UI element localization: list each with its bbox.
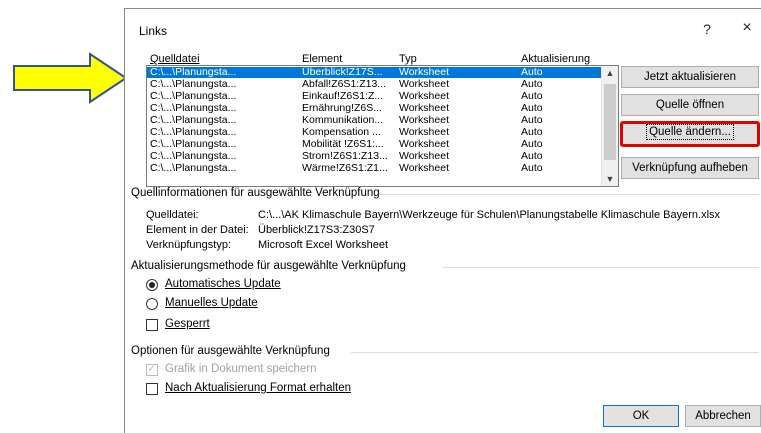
link-row[interactable]: C:\...\Planungsta... Wärme!Z6S1:Z1... Work…	[147, 163, 603, 174]
change-source-label: Quelle ändern...	[646, 124, 734, 140]
row-cell-type: Worksheet	[399, 127, 449, 138]
locked-checkbox[interactable]	[146, 319, 158, 331]
link-type-value: Microsoft Excel Worksheet	[258, 239, 389, 251]
row-cell-update: Auto	[521, 163, 543, 174]
cancel-button[interactable]: Abbrechen	[685, 405, 761, 427]
element-label: Element in der Datei:	[146, 224, 249, 236]
link-row[interactable]: C:\...\Planungsta... Kommunikation... Work…	[147, 115, 603, 126]
update-method-group-title: Aktualisierungsmethode für ausgewählte V…	[131, 260, 406, 272]
group-divider	[351, 352, 759, 353]
link-type-label: Verknüpfungstyp:	[146, 239, 232, 251]
row-cell-type: Worksheet	[399, 67, 449, 78]
row-cell-type: Worksheet	[399, 103, 449, 114]
locked-label[interactable]: Gesperrt	[165, 318, 210, 330]
row-cell-type: Worksheet	[399, 79, 449, 90]
manual-update-radio[interactable]	[146, 298, 158, 310]
links-dialog: Links ? × Quelldatei Element Typ Aktuali…	[124, 8, 761, 433]
save-graphic-checkbox[interactable]: ✓	[146, 363, 158, 376]
group-divider	[379, 194, 759, 195]
row-cell-source: C:\...\Planungsta...	[150, 103, 237, 114]
checkmark-icon: ✓	[147, 363, 157, 375]
row-cell-element: Abfall!Z6S1:Z13...	[302, 79, 387, 90]
save-graphic-label: Grafik in Dokument speichern	[165, 363, 317, 375]
row-cell-element: Kommunikation...	[302, 115, 384, 126]
auto-update-label[interactable]: Automatisches Update	[165, 278, 281, 290]
row-cell-type: Worksheet	[399, 91, 449, 102]
row-cell-type: Worksheet	[399, 163, 449, 174]
row-cell-update: Auto	[521, 91, 543, 102]
row-cell-source: C:\...\Planungsta...	[150, 151, 237, 162]
keep-format-label[interactable]: Nach Aktualisierung Format erhalten	[165, 382, 351, 394]
row-cell-source: C:\...\Planungsta...	[150, 139, 237, 150]
radio-selected-dot	[149, 282, 155, 288]
options-group-title: Optionen für ausgewählte Verknüpfung	[131, 345, 330, 357]
help-button[interactable]: ?	[695, 21, 719, 37]
element-value: Überblick!Z17S3:Z30S7	[258, 224, 375, 236]
row-cell-element: Überblick!Z17S...	[302, 67, 383, 78]
column-header-source[interactable]: Quelldatei	[150, 53, 200, 65]
row-cell-element: Wärme!Z6S1:Z1...	[302, 163, 388, 174]
column-header-type[interactable]: Typ	[399, 53, 417, 65]
source-info-group-title: Quellinformationen für ausgewählte Verkn…	[131, 187, 380, 199]
update-now-button[interactable]: Jetzt aktualisieren	[621, 66, 759, 88]
source-file-label: Quelldatei:	[146, 209, 199, 221]
link-row[interactable]: C:\...\Planungsta... Überblick!Z17S... Wor…	[147, 67, 603, 78]
row-cell-update: Auto	[521, 127, 543, 138]
break-link-button[interactable]: Verknüpfung aufheben	[621, 157, 759, 179]
row-cell-update: Auto	[521, 115, 543, 126]
scroll-down-icon[interactable]: ▼	[602, 174, 618, 184]
row-cell-source: C:\...\Planungsta...	[150, 115, 237, 126]
column-header-element[interactable]: Element	[302, 53, 342, 65]
row-cell-type: Worksheet	[399, 139, 449, 150]
link-row[interactable]: C:\...\Planungsta... Abfall!Z6S1:Z13... Wo…	[147, 79, 603, 90]
keep-format-checkbox[interactable]	[146, 383, 158, 395]
row-cell-element: Kompensation ...	[302, 127, 381, 138]
row-cell-element: Mobilität !Z6S1:...	[302, 139, 384, 150]
title-bar: Links ? ×	[125, 9, 761, 43]
list-scrollbar[interactable]: ▲ ▼	[601, 66, 618, 186]
row-cell-element: Einkauf!Z6S1:Z...	[302, 91, 384, 102]
row-cell-update: Auto	[521, 151, 543, 162]
links-list[interactable]: C:\...\Planungsta... Überblick!Z17S... Wor…	[146, 65, 619, 187]
dialog-title: Links	[139, 24, 168, 38]
link-row[interactable]: C:\...\Planungsta... Strom!Z6S1:Z13... Wor…	[147, 151, 603, 162]
row-cell-source: C:\...\Planungsta...	[150, 67, 237, 78]
row-cell-source: C:\...\Planungsta...	[150, 91, 237, 102]
row-cell-update: Auto	[521, 103, 543, 114]
link-row[interactable]: C:\...\Planungsta... Kompensation ... Work…	[147, 127, 603, 138]
row-cell-element: Ernährung!Z6S...	[302, 103, 382, 114]
manual-update-label[interactable]: Manuelles Update	[165, 297, 258, 309]
scroll-thumb[interactable]	[604, 84, 616, 160]
ok-button[interactable]: OK	[603, 405, 679, 427]
row-cell-source: C:\...\Planungsta...	[150, 79, 237, 90]
source-file-value: C:\...\AK Klimaschule Bayern\Werkzeuge f…	[258, 209, 721, 221]
row-cell-update: Auto	[521, 139, 543, 150]
scroll-up-icon[interactable]: ▲	[602, 68, 618, 78]
group-divider	[443, 267, 759, 268]
link-row[interactable]: C:\...\Planungsta... Mobilität !Z6S1:... W…	[147, 139, 603, 150]
close-button[interactable]: ×	[735, 19, 759, 37]
row-cell-update: Auto	[521, 67, 543, 78]
link-row[interactable]: C:\...\Planungsta... Einkauf!Z6S1:Z... Wor…	[147, 91, 603, 102]
link-row[interactable]: C:\...\Planungsta... Ernährung!Z6S... Work…	[147, 103, 603, 114]
change-source-button[interactable]: Quelle ändern...	[620, 121, 760, 147]
row-cell-element: Strom!Z6S1:Z13...	[302, 151, 388, 162]
row-cell-source: C:\...\Planungsta...	[150, 127, 237, 138]
open-source-button[interactable]: Quelle öffnen	[621, 94, 759, 116]
row-cell-type: Worksheet	[399, 151, 449, 162]
auto-update-radio[interactable]	[146, 279, 158, 291]
row-cell-source: C:\...\Planungsta...	[150, 163, 237, 174]
annotation-arrow	[13, 52, 128, 104]
column-header-update[interactable]: Aktualisierung	[521, 53, 590, 65]
row-cell-update: Auto	[521, 79, 543, 90]
row-cell-type: Worksheet	[399, 115, 449, 126]
